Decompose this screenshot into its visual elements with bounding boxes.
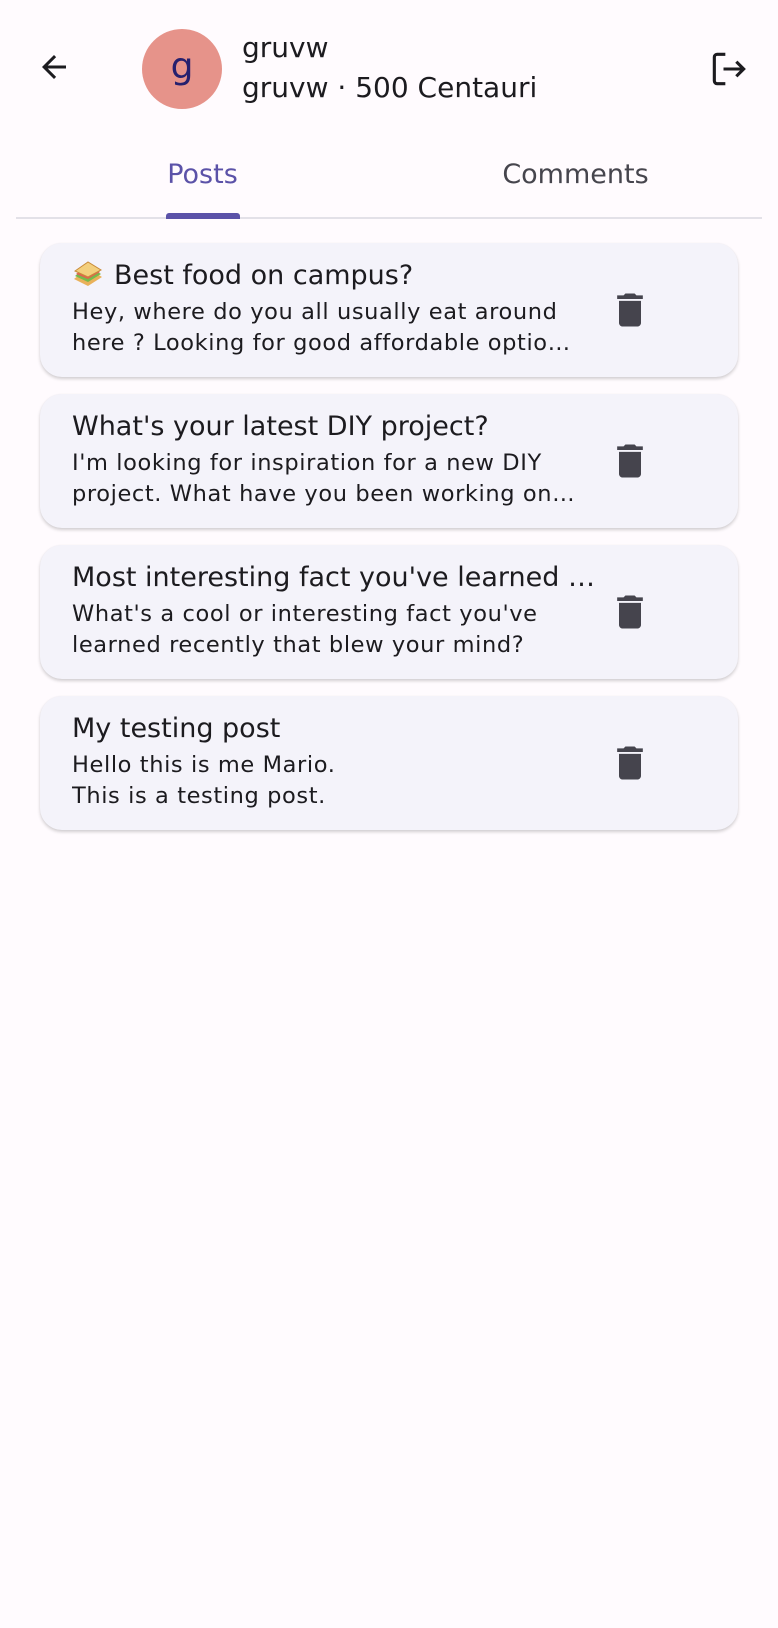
- delete-button[interactable]: [602, 735, 658, 791]
- trash-icon: [617, 595, 643, 629]
- arrow-back-icon: [42, 55, 66, 79]
- trash-icon: [617, 444, 643, 478]
- avatar: g: [142, 29, 222, 109]
- post-title-text: Best food on campus?: [114, 260, 414, 291]
- tab-posts[interactable]: Posts: [16, 134, 389, 219]
- post-title: Most interesting fact you've learned rec…: [72, 562, 602, 593]
- avatar-letter: g: [170, 46, 194, 87]
- tab-posts-label: Posts: [167, 159, 238, 190]
- post-body: Hey, where do you all usually eat around…: [72, 299, 575, 356]
- user-subtitle: gruvw · 500 Centauri: [242, 71, 538, 104]
- post-list: Best food on campus? Hey, where do you a…: [40, 243, 738, 847]
- tab-comments[interactable]: Comments: [389, 134, 762, 217]
- back-button[interactable]: [28, 41, 80, 93]
- delete-button[interactable]: [602, 433, 658, 489]
- tab-comments-label: Comments: [502, 159, 649, 190]
- trash-icon: [617, 746, 643, 780]
- username: gruvw: [242, 31, 329, 64]
- post-title: My testing post: [72, 713, 281, 744]
- post-body: I'm looking for inspiration for a new DI…: [72, 450, 553, 507]
- tab-bar: Posts Comments: [16, 134, 762, 219]
- post-card[interactable]: Best food on campus? Hey, where do you a…: [40, 243, 738, 377]
- post-card[interactable]: Most interesting fact you've learned rec…: [40, 545, 738, 679]
- tab-indicator: [166, 213, 240, 219]
- post-card[interactable]: My testing post Hello this is me Mario. …: [40, 696, 738, 830]
- sandwich-emoji-icon: [73, 261, 103, 286]
- logout-icon: [712, 52, 746, 86]
- app-bar: g gruvw gruvw · 500 Centauri: [0, 0, 778, 134]
- logout-button[interactable]: [703, 43, 755, 95]
- post-body: Hello this is me Mario. This is a testin…: [72, 752, 336, 809]
- post-body: What's a cool or interesting fact you've…: [72, 601, 538, 658]
- trash-icon: [617, 293, 643, 327]
- post-title: Best food on campus?: [72, 258, 602, 294]
- delete-button[interactable]: [602, 282, 658, 338]
- delete-button[interactable]: [602, 584, 658, 640]
- post-title: What's your latest DIY project?: [72, 411, 489, 442]
- post-card[interactable]: What's your latest DIY project? I'm look…: [40, 394, 738, 528]
